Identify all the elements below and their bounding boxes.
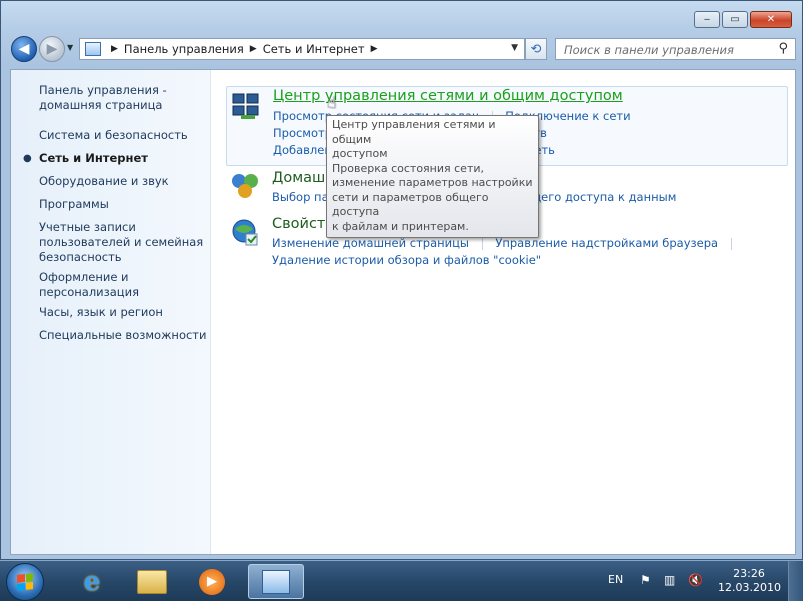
taskbar-explorer[interactable] (124, 564, 180, 599)
address-dropdown-icon[interactable]: ▼ (511, 43, 518, 53)
taskbar-internet-explorer[interactable]: e (64, 564, 120, 599)
tooltip-line: изменение параметров настройки (332, 176, 533, 189)
homegroup-icon[interactable] (230, 171, 260, 201)
tooltip-line: сети и параметров общего доступа (332, 190, 489, 219)
current-item-bullet: ● (23, 153, 32, 164)
internet-explorer-icon: e (83, 566, 101, 597)
sidebar-home-link[interactable]: Панель управления - домашняя страница (39, 83, 209, 113)
maximize-button[interactable]: ▭ (722, 11, 748, 28)
clock-time: 23:26 (733, 567, 765, 580)
navigation-bar: ◀ ▶ ▼ ▶ Панель управления ▶ Сеть и Интер… (9, 35, 796, 63)
action-center-flag-icon[interactable]: ⚑ (640, 573, 656, 589)
network-center-title[interactable]: Центр управления сетями и общим доступом (273, 88, 623, 104)
tooltip-line: к файлам и принтерам. (332, 219, 469, 233)
link-manage-addons[interactable]: Управление надстройками браузера (495, 236, 718, 250)
search-icon[interactable]: ⚲ (778, 41, 788, 56)
arrow-right-icon: ▶ (46, 41, 58, 57)
address-bar[interactable]: ▶ Панель управления ▶ Сеть и Интернет ▶ … (79, 38, 525, 60)
tooltip-line: Центр управления сетями и общим (332, 118, 496, 146)
recent-pages-dropdown[interactable]: ▼ (67, 43, 73, 52)
sidebar-item-appearance[interactable]: Оформление и персонализация (39, 270, 209, 300)
refresh-icon: ⟲ (530, 41, 542, 57)
hand-cursor-icon: ☝ (327, 93, 337, 112)
clock-date: 12.03.2010 (718, 581, 781, 594)
language-indicator[interactable]: EN (608, 573, 623, 586)
search-box[interactable]: ⚲ (555, 38, 796, 60)
media-player-icon: ▶ (199, 568, 225, 595)
link-change-home-page[interactable]: Изменение домашней страницы (272, 236, 469, 250)
sidebar-item-clock-language[interactable]: Часы, язык и регион (39, 305, 209, 320)
control-panel-icon (85, 42, 101, 56)
internet-options-icon[interactable] (230, 217, 260, 247)
folder-icon (137, 569, 167, 594)
taskbar-media-player[interactable]: ▶ (184, 564, 240, 599)
sidebar-item-accessibility[interactable]: Специальные возможности (39, 328, 209, 343)
refresh-button[interactable]: ⟲ (525, 38, 547, 60)
search-input[interactable] (562, 40, 766, 60)
breadcrumb-chevron-icon[interactable]: ▶ (111, 44, 118, 54)
sidebar-item-system-security[interactable]: Система и безопасность (39, 128, 209, 143)
internet-options-links-row1: Изменение домашней страницы Управление н… (272, 236, 741, 250)
breadcrumb-chevron-icon[interactable]: ▶ (250, 44, 257, 54)
forward-button[interactable]: ▶ (39, 36, 65, 62)
tooltip: Центр управления сетями и общим доступом… (326, 115, 539, 238)
breadcrumb-network-internet[interactable]: Сеть и Интернет (263, 42, 365, 56)
tooltip-line: Проверка состояния сети, (332, 161, 485, 175)
network-center-icon[interactable] (231, 91, 261, 121)
sidebar: Панель управления - домашняя страница Си… (11, 70, 211, 554)
explorer-window: ‒ ▭ ✕ ◀ ▶ ▼ ▶ Панель управления ▶ Сеть и… (0, 0, 803, 560)
sidebar-item-hardware-sound[interactable]: Оборудование и звук (39, 174, 209, 189)
minimize-button[interactable]: ‒ (694, 11, 720, 28)
network-disconnected-icon[interactable]: ▥ (664, 573, 680, 589)
link-separator (730, 237, 732, 250)
control-panel-icon (262, 569, 290, 594)
link-delete-browsing-history[interactable]: Удаление истории обзора и файлов "cookie… (272, 253, 541, 267)
taskbar-control-panel[interactable] (248, 564, 304, 599)
start-button[interactable] (6, 563, 44, 601)
windows-logo-icon (17, 573, 33, 591)
taskbar: e ▶ EN ⚑ ▥ 🔇 23:26 12.03.2010 (0, 560, 803, 601)
sidebar-item-user-accounts[interactable]: Учетные записи пользователей и семейная … (39, 220, 209, 265)
breadcrumb-control-panel[interactable]: Панель управления (124, 42, 244, 56)
back-button[interactable]: ◀ (11, 36, 37, 62)
tooltip-line: доступом (332, 147, 388, 160)
arrow-left-icon: ◀ (18, 41, 30, 57)
caption-buttons: ‒ ▭ ✕ (694, 11, 792, 28)
show-desktop-button[interactable] (788, 561, 803, 601)
link-separator (481, 237, 483, 250)
volume-muted-icon[interactable]: 🔇 (688, 573, 704, 589)
sidebar-item-network-internet[interactable]: Сеть и Интернет (39, 151, 209, 166)
clock[interactable]: 23:26 12.03.2010 (718, 567, 781, 595)
sidebar-item-programs[interactable]: Программы (39, 197, 209, 212)
breadcrumb-chevron-icon[interactable]: ▶ (371, 44, 378, 54)
close-button[interactable]: ✕ (750, 11, 792, 28)
